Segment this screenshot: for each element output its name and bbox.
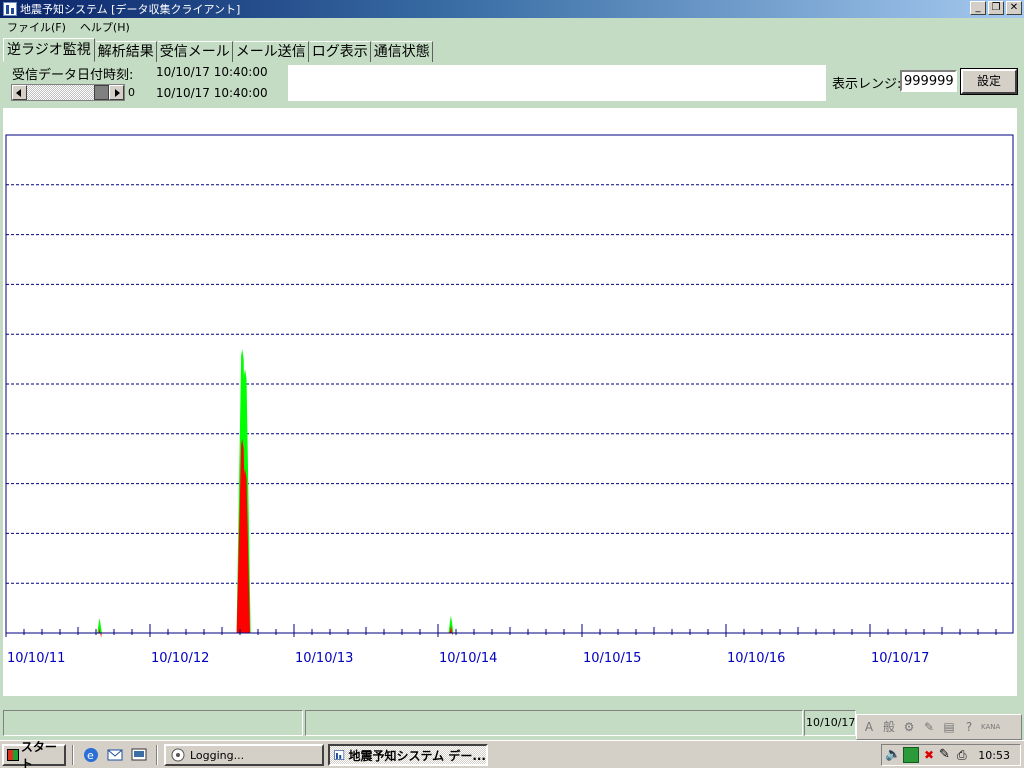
scroll-track[interactable]: [27, 85, 94, 100]
display-range-input[interactable]: [900, 70, 957, 92]
start-button[interactable]: スタート: [2, 740, 66, 768]
time-scrollbar[interactable]: [11, 84, 125, 101]
status-clock: 10/10/17: [806, 716, 856, 729]
system-tray: 🔈 ✖ ✎ ⎙ 10:53: [881, 744, 1021, 766]
tab-received-mail[interactable]: 受信メール: [157, 41, 233, 62]
taskbar-clock: 10:53: [978, 749, 1010, 762]
set-button[interactable]: 設定: [960, 68, 1018, 95]
x-tick-label: 10/10/14: [439, 651, 498, 666]
tab-log-view[interactable]: ログ表示: [309, 41, 371, 62]
ime-pad-icon[interactable]: ✎: [921, 719, 937, 735]
status-pane-2: [305, 710, 803, 736]
task-earthquake-label: 地震予知システム デー...: [348, 748, 487, 763]
x-tick-label: 10/10/11: [7, 651, 66, 666]
menu-bar: ファイル(F) ヘルプ(H): [0, 18, 1024, 36]
title-bar[interactable]: 地震予知システム [データ収集クライアント] _ ❐ ✕: [0, 0, 1024, 18]
tab-analysis-results[interactable]: 解析結果: [95, 41, 157, 62]
app-icon: [3, 2, 17, 16]
taskbar-separator: [156, 745, 158, 765]
outlook-icon[interactable]: [106, 746, 124, 764]
scroll-thumb[interactable]: [94, 85, 109, 100]
start-label: スタート: [20, 740, 57, 768]
recv-datetime-label: 受信データ日付時刻:: [12, 68, 134, 83]
chart-panel: [3, 108, 1017, 696]
display-range-label: 表示レンジ:: [832, 77, 902, 92]
scroll-left-icon[interactable]: [12, 85, 27, 100]
taskbar-separator: [72, 745, 74, 765]
earthquake-app-icon: [334, 750, 345, 760]
scroll-position-value: 0: [128, 86, 135, 99]
window-title: 地震予知システム [データ収集クライアント]: [20, 3, 241, 16]
scroll-right-icon[interactable]: [109, 85, 124, 100]
ime-tool-icon[interactable]: ⚙: [901, 719, 917, 735]
task-earthquake-system[interactable]: 地震予知システム デー...: [328, 744, 488, 766]
recv-datetime-value: 10/10/17 10:40:00: [156, 65, 268, 79]
x-tick-label: 10/10/17: [871, 651, 930, 666]
selected-datetime-value: 10/10/17 10:40:00: [156, 86, 268, 100]
windows-logo-icon: [7, 749, 19, 761]
taskbar: スタート e Logging... 地震予知システム デー... 🔈 ✖ ✎ ⎙…: [0, 740, 1024, 768]
tab-send-mail[interactable]: メール送信: [233, 41, 309, 62]
minimize-button[interactable]: _: [970, 1, 986, 15]
message-box: [288, 65, 826, 101]
menu-help[interactable]: ヘルプ(H): [73, 19, 137, 35]
pen-icon[interactable]: ✎: [939, 747, 955, 763]
x-tick-label: 10/10/13: [295, 651, 354, 666]
tab-connection-status[interactable]: 通信状態: [371, 41, 433, 62]
ie-icon[interactable]: e: [82, 746, 100, 764]
x-tick-label: 10/10/16: [727, 651, 786, 666]
task-logging-label: Logging...: [190, 748, 245, 762]
task-logging[interactable]: Logging...: [164, 744, 324, 766]
show-desktop-icon[interactable]: [130, 746, 148, 764]
ime-kana-label[interactable]: KANA: [981, 723, 1000, 731]
close-button[interactable]: ✕: [1006, 1, 1022, 15]
radio-monitor-chart: [5, 134, 1014, 639]
ime-general-label[interactable]: 般: [881, 719, 897, 735]
tab-reverse-radio-monitor[interactable]: 逆ラジオ監視: [3, 38, 95, 62]
printer-icon[interactable]: ⎙: [957, 747, 973, 763]
window-controls: _ ❐ ✕: [970, 1, 1022, 15]
menu-file[interactable]: ファイル(F): [0, 19, 73, 35]
ime-dictionary-icon[interactable]: ▤: [941, 719, 957, 735]
network-disconnected-icon[interactable]: ✖: [921, 747, 937, 763]
network-icon[interactable]: [903, 747, 919, 763]
restore-button[interactable]: ❐: [988, 1, 1004, 15]
volume-icon[interactable]: 🔈: [885, 747, 901, 763]
status-pane-1: [3, 710, 303, 736]
x-tick-label: 10/10/15: [583, 651, 642, 666]
svg-text:e: e: [87, 749, 94, 762]
ime-mode-icon[interactable]: A: [861, 719, 877, 735]
x-tick-label: 10/10/12: [151, 651, 210, 666]
tab-strip: 逆ラジオ監視 解析結果 受信メール メール送信 ログ表示 通信状態: [3, 38, 434, 62]
ime-help-icon[interactable]: ?: [961, 719, 977, 735]
logging-app-icon: [171, 748, 185, 762]
ime-toolbar[interactable]: A 般 ⚙ ✎ ▤ ? KANA: [856, 714, 1022, 740]
